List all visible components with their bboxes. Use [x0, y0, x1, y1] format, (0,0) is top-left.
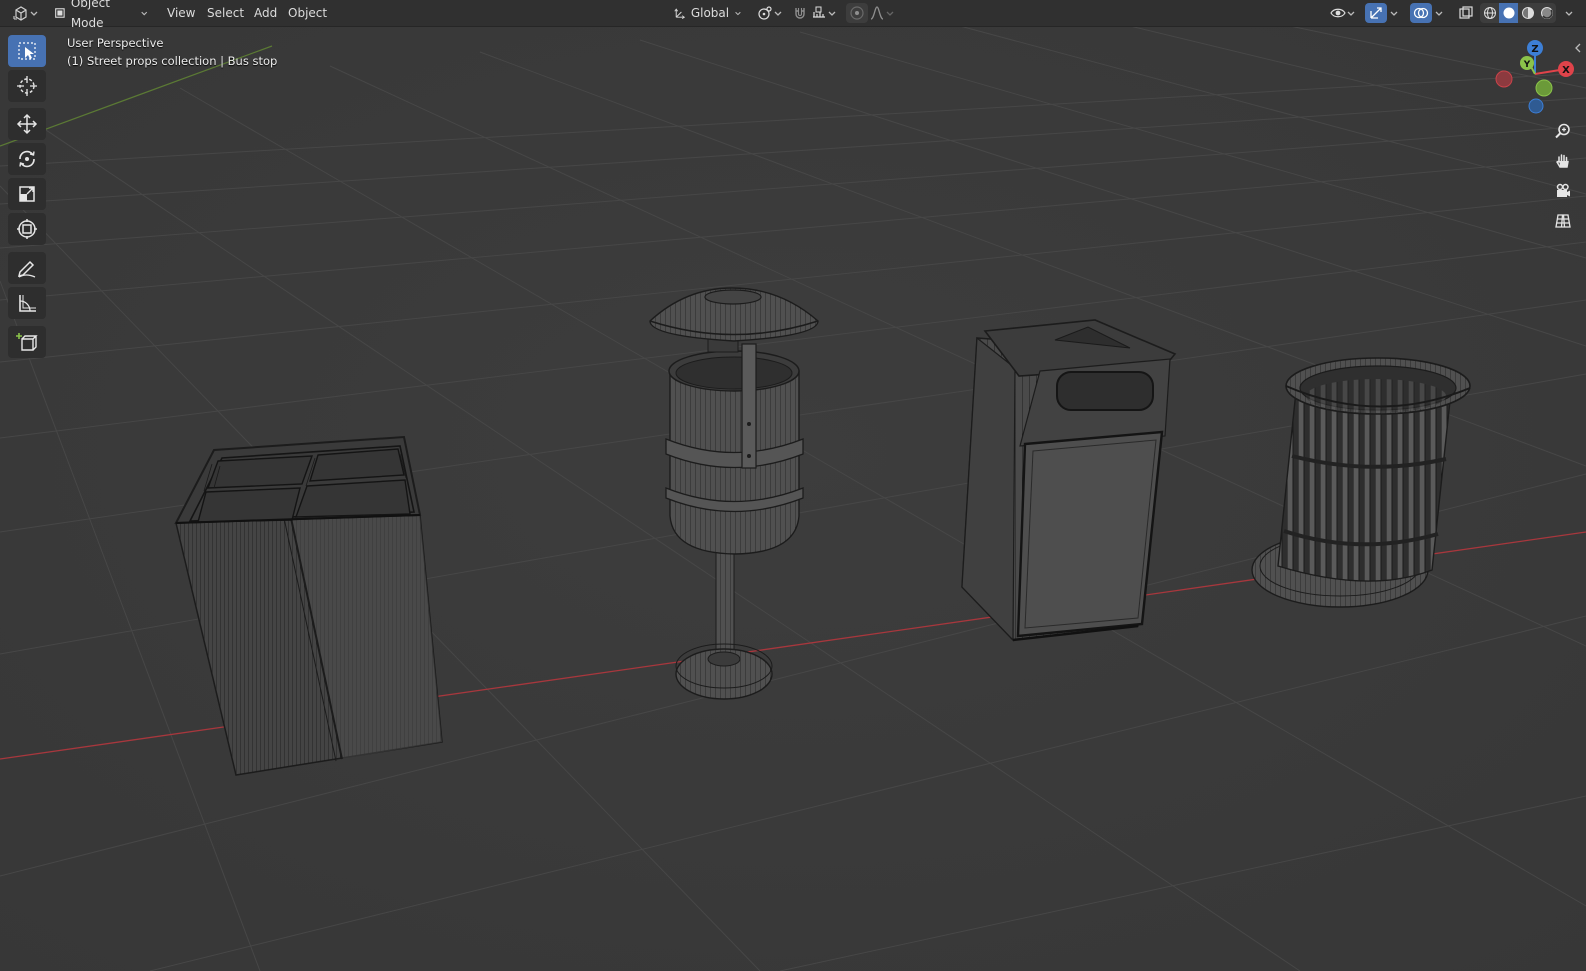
perspective-label: User Perspective	[67, 36, 164, 50]
measure-tool[interactable]	[8, 287, 46, 319]
chevron-down-icon	[828, 11, 836, 16]
visibility-dropdown[interactable]	[1328, 3, 1358, 23]
transform-tool[interactable]	[8, 213, 46, 245]
orientation-label: Global	[690, 6, 730, 20]
zoom-icon	[1555, 123, 1570, 139]
chevron-down-icon	[1435, 11, 1443, 16]
gizmo-dropdown[interactable]	[1387, 3, 1401, 23]
shading-options-dropdown[interactable]	[1562, 3, 1576, 23]
negative-x-axis-handle[interactable]	[1495, 70, 1513, 88]
collection-label: (1) Street props collection | Bus stop	[67, 54, 278, 68]
editor-type-button[interactable]	[10, 3, 42, 23]
overlay-dropdown[interactable]	[1432, 3, 1446, 23]
chevron-down-icon	[774, 11, 782, 16]
snap-increment-icon	[813, 6, 825, 18]
proportional-edit-toggle[interactable]	[846, 3, 868, 23]
orientation-axes-icon	[674, 7, 686, 19]
annotate-pencil-icon	[17, 260, 36, 278]
3d-cursor-icon	[17, 76, 37, 96]
viewport-header: Object Mode View Select Add Object Globa…	[0, 0, 1586, 30]
snap-target-dropdown[interactable]	[810, 3, 838, 23]
annotate-tool[interactable]	[8, 252, 46, 284]
menu-add[interactable]: Add	[248, 3, 283, 23]
square-litter-bin[interactable]	[961, 319, 1177, 642]
mode-dropdown[interactable]: Object Mode	[48, 0, 154, 30]
chevron-down-icon	[140, 11, 147, 16]
blender-window: Object Mode View Select Add Object Globa…	[0, 0, 1586, 971]
mode-label: Object Mode	[70, 0, 110, 30]
negative-y-axis-handle[interactable]	[1535, 79, 1553, 97]
proportional-edit-icon	[850, 6, 864, 20]
grid-ortho-icon	[1555, 214, 1571, 228]
snap-toggle[interactable]	[789, 3, 811, 23]
measure-ruler-icon	[19, 295, 36, 312]
chevron-down-icon	[1565, 11, 1573, 16]
z-axis-label: Z	[1531, 44, 1538, 55]
scale-icon	[19, 186, 35, 202]
camera-icon	[1556, 183, 1570, 197]
select-box-icon	[18, 42, 36, 60]
ortho-toggle-button[interactable]	[1549, 207, 1577, 235]
cursor-tool[interactable]	[8, 70, 46, 102]
solid-shading-icon	[1503, 7, 1514, 19]
snap-magnet-icon	[795, 8, 805, 19]
pivot-point-icon	[758, 6, 772, 20]
wireframe-shading-button[interactable]	[1480, 3, 1499, 23]
camera-view-button[interactable]	[1549, 177, 1577, 205]
negative-z-axis-handle[interactable]	[1528, 98, 1544, 114]
object-mode-icon	[55, 8, 65, 18]
solid-shading-button[interactable]	[1499, 3, 1518, 23]
overlay-toggle[interactable]	[1410, 3, 1432, 23]
select-box-tool[interactable]	[8, 35, 46, 67]
falloff-curve-icon	[870, 6, 884, 20]
rotate-tool[interactable]	[8, 143, 46, 175]
x-axis-label: X	[1562, 65, 1570, 76]
transform-icon	[17, 219, 37, 239]
rendered-shading-button[interactable]	[1537, 3, 1556, 23]
falloff-dropdown[interactable]	[868, 3, 896, 23]
eye-visibility-icon	[1330, 8, 1346, 18]
chevron-down-icon	[735, 11, 741, 16]
pan-button[interactable]	[1549, 147, 1577, 175]
transform-orientation-dropdown[interactable]: Global	[668, 3, 748, 23]
add-cube-tool[interactable]	[8, 326, 46, 358]
material-preview-icon	[1521, 7, 1534, 19]
gizmo-icon	[1370, 7, 1382, 19]
move-tool[interactable]	[8, 108, 46, 140]
overlay-icon	[1413, 7, 1429, 19]
material-preview-button[interactable]	[1518, 3, 1537, 23]
chevron-down-icon	[886, 11, 894, 16]
gizmo-toggle[interactable]	[1365, 3, 1387, 23]
menu-view[interactable]: View	[161, 3, 201, 23]
rendered-shading-icon	[1540, 7, 1553, 19]
navigation-gizmo[interactable]: Z X Y	[1482, 36, 1578, 122]
y-axis-label: Y	[1523, 60, 1531, 70]
menu-select[interactable]: Select	[201, 3, 250, 23]
shading-mode-group	[1480, 3, 1556, 23]
zoom-button[interactable]	[1549, 117, 1577, 145]
wireframe-shading-icon	[1483, 7, 1496, 19]
chevron-down-icon	[30, 11, 38, 16]
xray-icon	[1459, 6, 1473, 19]
scale-tool[interactable]	[8, 178, 46, 210]
rotate-icon	[19, 150, 35, 168]
3d-viewport[interactable]: User Perspective (1) Street props collec…	[0, 26, 1586, 971]
move-icon	[16, 113, 38, 135]
pan-hand-icon	[1556, 154, 1569, 168]
viewport-scene	[0, 26, 1586, 971]
menu-object[interactable]: Object	[282, 3, 333, 23]
sidebar-collapse-icon[interactable]	[1574, 42, 1582, 54]
chevron-down-icon	[1390, 11, 1398, 16]
add-cube-icon	[16, 333, 38, 351]
chevron-down-icon	[1347, 11, 1355, 16]
pivot-point-button[interactable]	[755, 3, 785, 23]
3d-viewport-icon	[13, 6, 27, 21]
xray-toggle[interactable]	[1455, 3, 1477, 23]
